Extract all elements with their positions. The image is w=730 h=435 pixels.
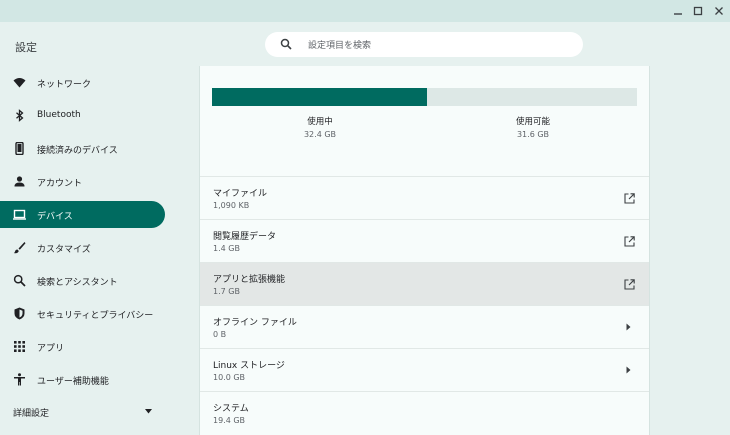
- sidebar-item-label: 接続済みのデバイス: [37, 146, 118, 156]
- chevron-right-icon: [626, 323, 631, 331]
- shield-icon: [14, 307, 25, 320]
- row-label: 閲覧履歴データ: [213, 232, 277, 242]
- sidebar-item-apps[interactable]: アプリ: [0, 333, 165, 360]
- sidebar-item-device[interactable]: デバイス: [0, 201, 165, 228]
- bluetooth-icon: [16, 109, 24, 122]
- page-title: 設定: [15, 41, 37, 54]
- wifi-icon: [13, 78, 26, 88]
- sidebar-item-security-privacy[interactable]: セキュリティとプライバシー: [0, 300, 165, 327]
- external-link-icon: [624, 236, 635, 247]
- chevron-down-icon: [145, 409, 152, 414]
- storage-panel: 使用中 32.4 GB 使用可能 31.6 GB マイファイル 1,090 KB…: [199, 66, 650, 435]
- storage-row-my-files[interactable]: マイファイル 1,090 KB: [200, 176, 649, 220]
- used-value: 32.4 GB: [303, 130, 337, 139]
- storage-row-apps-extensions[interactable]: アプリと拡張機能 1.7 GB: [200, 262, 649, 306]
- storage-row-browsing-data[interactable]: 閲覧履歴データ 1.4 GB: [200, 219, 649, 263]
- storage-row-system: システム 19.4 GB: [200, 391, 649, 435]
- sidebar-item-bluetooth[interactable]: Bluetooth: [0, 102, 165, 129]
- sidebar-item-network[interactable]: ネットワーク: [0, 69, 165, 96]
- row-label: オフライン ファイル: [213, 318, 297, 328]
- sidebar-item-label: カスタマイズ: [37, 245, 91, 255]
- storage-row-linux-storage[interactable]: Linux ストレージ 10.0 GB: [200, 348, 649, 392]
- laptop-icon: [13, 209, 26, 220]
- person-icon: [14, 176, 25, 187]
- row-label: Linux ストレージ: [213, 361, 285, 371]
- minimize-icon[interactable]: [668, 2, 688, 20]
- sidebar-item-connected-devices[interactable]: 接続済みのデバイス: [0, 135, 165, 162]
- external-link-icon: [624, 279, 635, 290]
- search-placeholder: 設定項目を検索: [308, 41, 372, 51]
- available-value: 31.6 GB: [516, 130, 550, 139]
- header: 設定 設定項目を検索: [0, 22, 730, 66]
- sidebar-item-search-assistant[interactable]: 検索とアシスタント: [0, 267, 165, 294]
- storage-usage-fill: [212, 88, 428, 106]
- sidebar-item-label: 検索とアシスタント: [37, 278, 118, 288]
- accessibility-icon: [14, 373, 25, 386]
- search-icon: [13, 274, 26, 287]
- maximize-icon[interactable]: [688, 2, 708, 20]
- advanced-settings-label: 詳細設定: [13, 409, 50, 419]
- storage-usage-bar: [212, 88, 637, 106]
- sidebar-item-label: アカウント: [37, 179, 83, 189]
- sidebar-item-label: ネットワーク: [37, 80, 92, 90]
- available-stat: 使用可能 31.6 GB: [483, 115, 583, 139]
- search-icon: [280, 38, 292, 50]
- row-size: 19.4 GB: [213, 416, 246, 425]
- sidebar-item-account[interactable]: アカウント: [0, 168, 165, 195]
- title-bar: [0, 0, 730, 22]
- used-stat: 使用中 32.4 GB: [270, 115, 370, 139]
- row-label: マイファイル: [213, 189, 268, 199]
- sidebar-item-label: アプリ: [37, 344, 65, 354]
- search-input[interactable]: 設定項目を検索: [265, 32, 583, 57]
- row-size: 10.0 GB: [213, 373, 246, 382]
- used-label: 使用中: [307, 117, 333, 127]
- row-label: システム: [213, 404, 249, 414]
- row-size: 1.7 GB: [213, 287, 240, 296]
- row-size: 0 B: [213, 330, 227, 339]
- sidebar: ネットワーク Bluetooth 接続済みのデバイス アカウント デバイス カス…: [0, 66, 199, 435]
- sidebar-item-label: セキュリティとプライバシー: [37, 311, 154, 321]
- available-label: 使用可能: [515, 117, 550, 127]
- sidebar-item-accessibility[interactable]: ユーザー補助機能: [0, 366, 165, 393]
- sidebar-item-label: ユーザー補助機能: [37, 377, 109, 387]
- row-label: アプリと拡張機能: [213, 275, 286, 285]
- sidebar-item-label: デバイス: [37, 212, 73, 222]
- row-size: 1,090 KB: [213, 201, 250, 210]
- phone-icon: [15, 142, 24, 155]
- sidebar-item-customize[interactable]: カスタマイズ: [0, 234, 165, 261]
- sidebar-item-label: Bluetooth: [37, 110, 81, 120]
- advanced-settings-toggle[interactable]: 詳細設定: [0, 401, 165, 423]
- storage-row-offline-files[interactable]: オフライン ファイル 0 B: [200, 305, 649, 349]
- brush-icon: [13, 242, 26, 254]
- external-link-icon: [624, 193, 635, 204]
- close-icon[interactable]: [709, 2, 729, 20]
- row-size: 1.4 GB: [213, 244, 240, 253]
- chevron-right-icon: [626, 366, 631, 374]
- apps-grid-icon: [14, 341, 25, 352]
